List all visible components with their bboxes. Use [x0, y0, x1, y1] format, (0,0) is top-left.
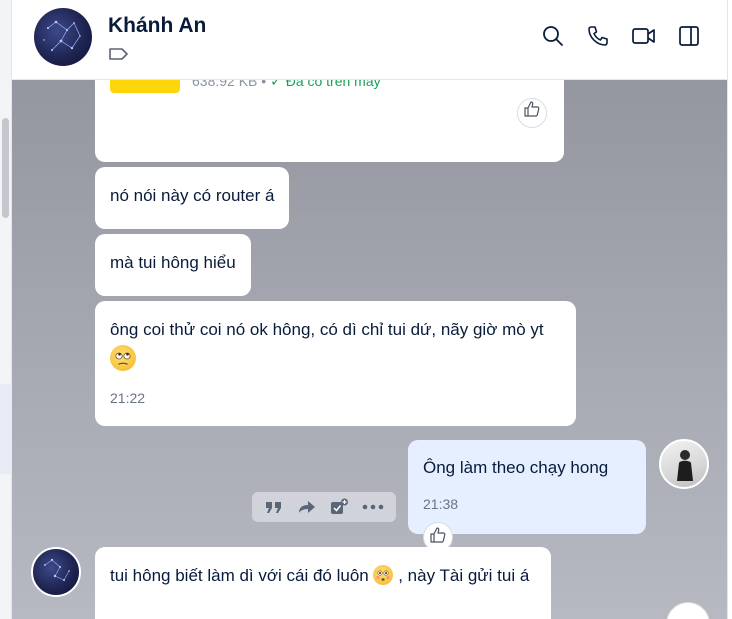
message-bubble-outgoing[interactable]: Ông làm theo chạy hong 21:38 [408, 440, 646, 534]
rolling-eyes-emoji [110, 345, 136, 371]
forward-icon[interactable] [297, 499, 317, 515]
file-status: Đã có trên máy [285, 80, 381, 89]
file-meta: 638.92 KB • ✓ Đã có trên máy [192, 80, 381, 92]
message-hover-toolbar [252, 492, 396, 522]
message-timestamp: 21:22 [110, 390, 146, 406]
phone-icon[interactable] [584, 22, 612, 50]
contact-avatar[interactable] [34, 8, 92, 66]
scroll-to-bottom-button[interactable] [666, 602, 710, 619]
file-meta-separator: • [261, 80, 267, 89]
message-text-continued: , này Tài gửi tui á [398, 566, 530, 585]
downloaded-check-icon: ✓ [270, 80, 282, 89]
add-to-todo-icon[interactable] [329, 498, 349, 516]
message-text: nó nói này có router á [110, 186, 275, 205]
left-scrollbar-thumb[interactable] [2, 118, 9, 218]
file-size: 638.92 KB [192, 80, 258, 89]
contact-avatar-small[interactable] [31, 547, 81, 597]
message-timestamp: 21:38 [423, 496, 459, 513]
video-call-icon[interactable] [630, 22, 658, 50]
thumbs-up-icon [429, 526, 447, 549]
message-bubble[interactable]: mà tui hông hiểu [95, 234, 251, 296]
right-panel-edge [727, 0, 732, 619]
chat-header: Khánh An [12, 0, 727, 80]
file-type-thumbnail [110, 80, 180, 93]
my-avatar[interactable] [659, 439, 709, 489]
left-panel-edge [0, 0, 12, 619]
message-bubble[interactable]: tui hông biết làm dì với cái đó luôn , n… [95, 547, 551, 619]
message-text: tui hông biết làm dì với cái đó luôn [110, 566, 369, 585]
contact-name[interactable]: Khánh An [108, 14, 206, 38]
like-reaction-button[interactable] [517, 98, 547, 128]
message-bubble[interactable]: ông coi thử coi nó ok hông, có dì chỉ tu… [95, 301, 576, 426]
message-text: ông coi thử coi nó ok hông, có dì chỉ tu… [110, 315, 561, 375]
label-tag-icon[interactable] [108, 46, 130, 62]
selected-conversation-edge [0, 384, 12, 474]
flushed-emoji [373, 565, 394, 585]
message-bubble[interactable]: nó nói này có router á [95, 167, 290, 229]
quote-reply-icon[interactable] [264, 499, 284, 515]
sidebar-toggle-icon[interactable] [675, 22, 703, 50]
thumbs-up-icon [523, 99, 541, 126]
message-text: Ông làm theo chạy hong [423, 458, 609, 477]
message-text-body: ông coi thử coi nó ok hông, có dì chỉ tu… [110, 320, 544, 339]
file-message-bubble[interactable]: 638.92 KB • ✓ Đã có trên máy [95, 80, 564, 162]
message-text: mà tui hông hiểu [110, 253, 236, 272]
chat-message-area[interactable]: 638.92 KB • ✓ Đã có trên máy nó nói này … [12, 80, 727, 619]
more-options-icon[interactable] [362, 504, 384, 510]
search-icon[interactable] [539, 22, 567, 50]
